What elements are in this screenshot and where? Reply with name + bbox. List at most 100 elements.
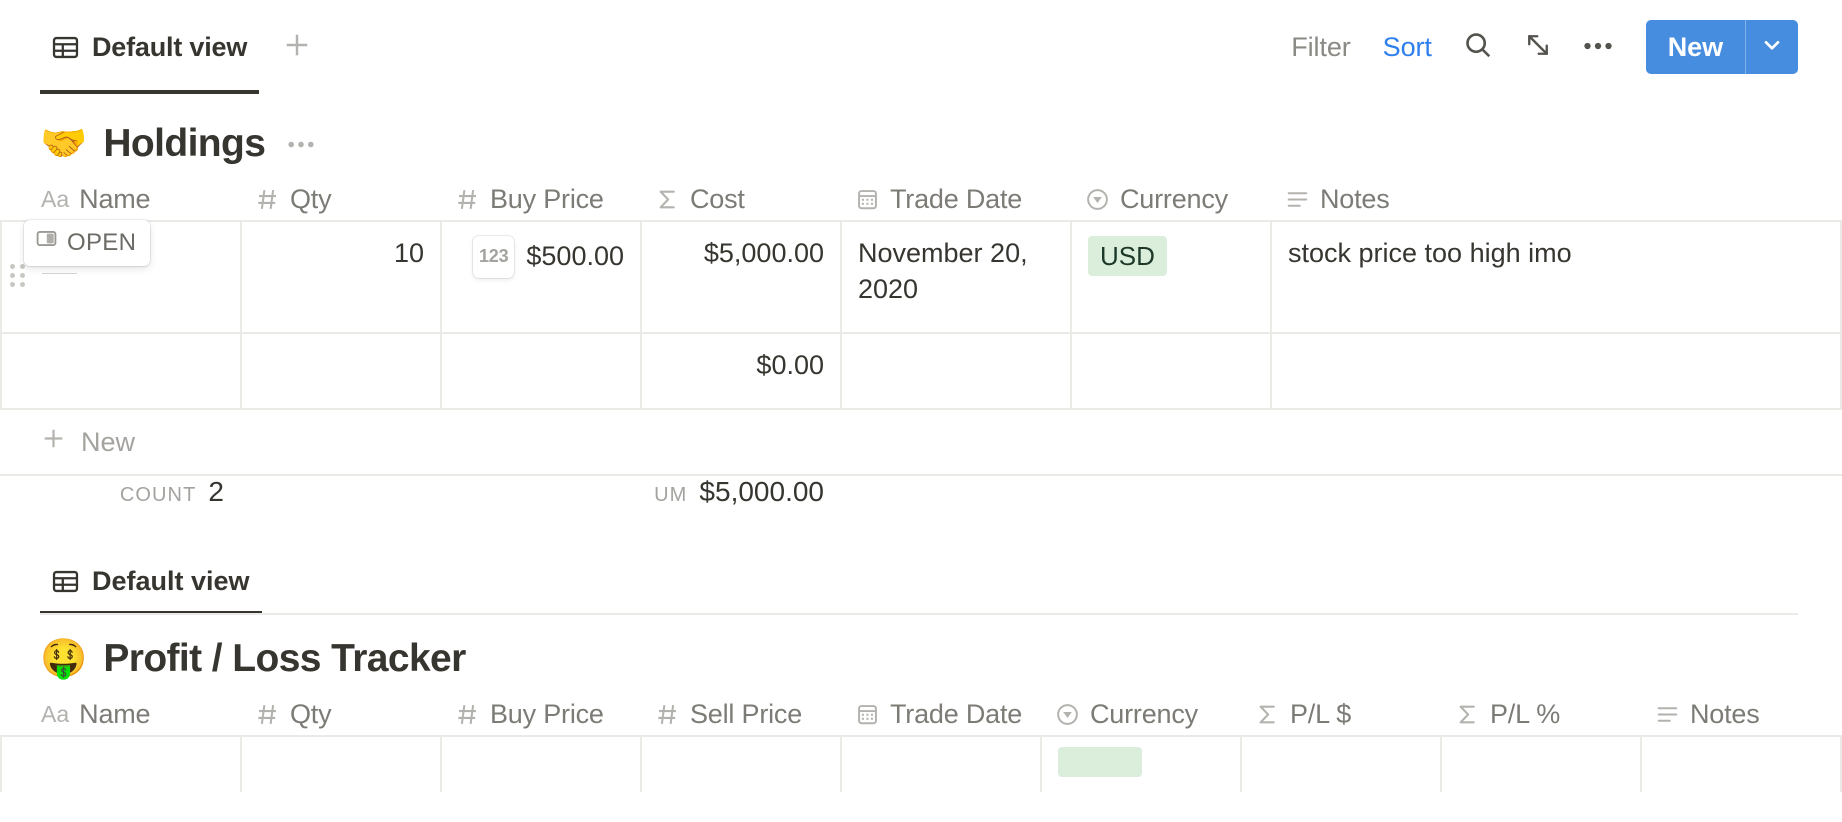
cell-trade-date[interactable]: [841, 333, 1071, 409]
column-header-name[interactable]: Aa Name: [1, 693, 241, 736]
plus-icon: [40, 425, 67, 459]
cell-buy-price[interactable]: [441, 736, 641, 792]
column-label: Buy Price: [490, 699, 604, 730]
holdings-summary-row: COUNT 2 UM $5,000.00: [0, 476, 1842, 542]
chevron-down-icon: [1760, 33, 1784, 62]
column-header-notes[interactable]: Notes: [1641, 693, 1841, 736]
column-header-pl-percent[interactable]: P/L %: [1441, 693, 1641, 736]
calendar-icon: [855, 702, 880, 727]
toolbar-actions: Filter Sort: [1275, 0, 1798, 94]
filter-button[interactable]: Filter: [1275, 32, 1366, 63]
row-drag-handle[interactable]: [10, 264, 26, 287]
column-header-currency[interactable]: Currency: [1041, 693, 1241, 736]
column-header-notes[interactable]: Notes: [1271, 178, 1841, 221]
more-options-button[interactable]: [1572, 21, 1624, 73]
ellipsis-icon: [287, 140, 315, 149]
column-header-sell-price[interactable]: Sell Price: [641, 693, 841, 736]
summary-qty[interactable]: [240, 476, 440, 542]
plus-icon: [282, 30, 312, 65]
summary-sum[interactable]: UM $5,000.00: [640, 476, 840, 542]
open-chip-label: OPEN: [67, 227, 136, 259]
cell-name[interactable]: [1, 333, 241, 409]
summary-count-label: COUNT: [120, 484, 197, 507]
pl-header-row: Aa Name Qty: [1, 693, 1841, 736]
cell-pl-percent[interactable]: [1441, 736, 1641, 792]
cell-currency[interactable]: USD: [1071, 221, 1271, 333]
cell-name[interactable]: TS OPEN: [1, 221, 241, 333]
column-header-trade-date[interactable]: Trade Date: [841, 693, 1041, 736]
column-header-pl-dollar[interactable]: P/L $: [1241, 693, 1441, 736]
cell-qty[interactable]: [241, 333, 441, 409]
number-type-badge: 123: [473, 236, 514, 278]
cell-trade-date[interactable]: [841, 736, 1041, 792]
column-label: Qty: [290, 184, 331, 215]
status-badge: [1058, 747, 1142, 777]
cell-sell-price[interactable]: [641, 736, 841, 792]
add-view-button[interactable]: [275, 25, 319, 69]
number-hash-icon: [455, 187, 480, 212]
table-icon: [52, 568, 79, 595]
tab-default-view[interactable]: Default view: [40, 0, 259, 94]
column-label: Trade Date: [890, 699, 1022, 730]
column-header-trade-date[interactable]: Trade Date: [841, 178, 1071, 221]
summary-sum-value: $5,000.00: [699, 476, 824, 508]
column-label: Name: [79, 699, 150, 730]
table-row[interactable]: [1, 736, 1841, 792]
new-button[interactable]: New: [1646, 20, 1745, 74]
column-header-currency[interactable]: Currency: [1071, 178, 1271, 221]
cell-currency[interactable]: [1071, 333, 1271, 409]
page-title: Profit / Loss Tracker: [103, 637, 465, 681]
add-new-row-button[interactable]: New: [0, 410, 1842, 476]
select-chevron-circle-icon: [1055, 702, 1080, 727]
column-header-cost[interactable]: Cost: [641, 178, 841, 221]
cell-qty[interactable]: 10: [241, 221, 441, 333]
money-mouth-face-emoji-icon: 🤑: [40, 640, 87, 678]
notion-database-page: Default view Filter Sort: [0, 0, 1842, 822]
column-header-qty[interactable]: Qty: [241, 693, 441, 736]
sort-button[interactable]: Sort: [1367, 32, 1448, 63]
table-icon: [52, 34, 79, 61]
cell-notes[interactable]: [1641, 736, 1841, 792]
table-row[interactable]: $0.00: [1, 333, 1841, 409]
cell-buy-price[interactable]: [441, 333, 641, 409]
summary-buy-price[interactable]: [440, 476, 640, 542]
search-button[interactable]: [1452, 21, 1504, 73]
column-header-buy-price[interactable]: Buy Price: [441, 693, 641, 736]
expand-button[interactable]: [1512, 21, 1564, 73]
database-toolbar: Default view Filter Sort: [0, 0, 1842, 108]
column-label: Qty: [290, 699, 331, 730]
table-row[interactable]: TS OPEN 10: [1, 221, 1841, 333]
cell-buy-price[interactable]: 123 $500.00: [441, 221, 641, 333]
summary-count[interactable]: COUNT 2: [0, 476, 240, 542]
pl-title-row: 🤑 Profit / Loss Tracker: [0, 615, 1842, 693]
select-chevron-circle-icon: [1085, 187, 1110, 212]
open-row-button[interactable]: OPEN: [24, 220, 150, 266]
cell-notes[interactable]: [1271, 333, 1841, 409]
new-dropdown-button[interactable]: [1746, 20, 1798, 74]
holdings-more-button[interactable]: [281, 140, 315, 149]
cell-name[interactable]: [1, 736, 241, 792]
text-lines-icon: [1285, 187, 1310, 212]
cell-pl-dollar[interactable]: [1241, 736, 1441, 792]
cell-notes[interactable]: stock price too high imo: [1271, 221, 1841, 333]
summary-count-value: 2: [208, 476, 224, 508]
pl-tracker-table: Aa Name Qty: [0, 693, 1842, 792]
text-lines-icon: [1655, 702, 1680, 727]
handshake-emoji-icon: 🤝: [40, 125, 87, 163]
cell-cost[interactable]: $5,000.00: [641, 221, 841, 333]
cell-trade-date[interactable]: November 20, 2020: [841, 221, 1071, 333]
column-label: Sell Price: [690, 699, 802, 730]
column-header-name[interactable]: Aa Name: [1, 178, 241, 221]
cell-qty[interactable]: [241, 736, 441, 792]
pl-tracker-section: Default view 🤑 Profit / Loss Tracker Aa: [0, 542, 1842, 792]
formula-sigma-icon: [1255, 702, 1280, 727]
column-header-qty[interactable]: Qty: [241, 178, 441, 221]
column-label: Buy Price: [490, 184, 604, 215]
column-header-buy-price[interactable]: Buy Price: [441, 178, 641, 221]
tab-default-view-pl[interactable]: Default view: [40, 560, 262, 615]
cell-cost[interactable]: $0.00: [641, 333, 841, 409]
number-hash-icon: [655, 702, 680, 727]
holdings-header-row: Aa Name Qty: [1, 178, 1841, 221]
cell-currency[interactable]: [1041, 736, 1241, 792]
column-label: Cost: [690, 184, 745, 215]
